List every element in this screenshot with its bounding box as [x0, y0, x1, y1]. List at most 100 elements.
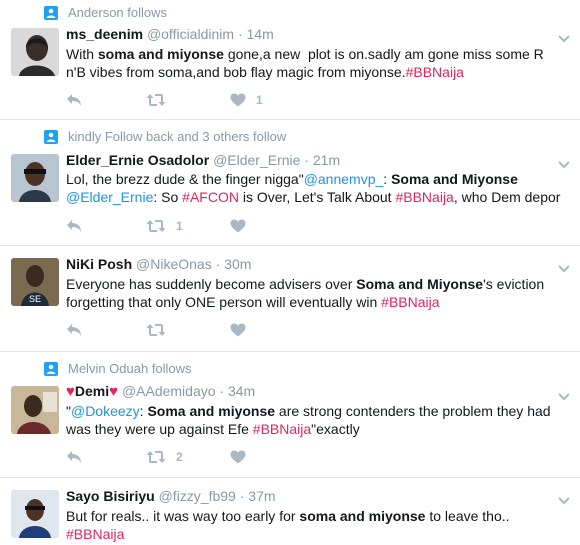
retweet-button[interactable]: 2	[146, 450, 230, 464]
avatar[interactable]	[11, 490, 59, 538]
tweet-text-line: n'B vibes from soma,and bob flay magic f…	[66, 63, 580, 81]
timestamp[interactable]: 30m	[224, 256, 251, 272]
avatar[interactable]	[11, 28, 59, 76]
retweet-icon	[146, 324, 166, 336]
svg-text:SE: SE	[29, 294, 41, 304]
reply-button[interactable]	[66, 323, 146, 337]
chevron-down-icon[interactable]	[558, 156, 570, 169]
chevron-down-icon[interactable]	[558, 260, 570, 273]
tweet-text-line: forgetting that only ONE person will eve…	[66, 293, 580, 311]
like-button[interactable]	[230, 323, 290, 337]
social-context[interactable]: Anderson follows	[44, 5, 167, 20]
text-segment: :	[383, 171, 392, 187]
tweet-actions	[66, 320, 290, 340]
tweet-text: Lol, the brezz dude & the finger nigga"@…	[66, 170, 580, 206]
like-button[interactable]	[230, 219, 290, 233]
person-follow-icon	[44, 129, 58, 144]
chevron-down-icon[interactable]	[558, 492, 570, 505]
fullname[interactable]: ms_deenim	[66, 26, 143, 42]
timeline: Anderson follows ms_deenim @officialdini…	[0, 0, 580, 545]
text-segment: 's eviction	[483, 276, 545, 292]
text-segment: Lol, the brezz dude & the finger nigga"	[66, 171, 304, 187]
reply-button[interactable]	[66, 450, 146, 464]
reply-icon	[67, 220, 81, 232]
mention-link[interactable]: @annemvp_	[304, 171, 384, 187]
timestamp[interactable]: 21m	[313, 152, 340, 168]
username[interactable]: @NikeOnas	[136, 256, 212, 272]
hashtag-link[interactable]: #BBNaija	[395, 189, 453, 205]
retweet-button[interactable]: 1	[146, 219, 230, 233]
mention-link[interactable]: @Dokeezy	[71, 403, 140, 419]
tweet[interactable]: Sayo Bisiriyu @fizzy_fb99 · 37m But for …	[0, 478, 580, 545]
text-segment: n'B vibes from soma,and bob flay magic f…	[66, 64, 406, 80]
username[interactable]: @Elder_Ernie	[213, 152, 300, 168]
retweet-icon	[146, 451, 166, 463]
tweet[interactable]: SE NiKi Posh @NikeOnas · 30m Everyone ha…	[0, 246, 580, 352]
text-segment: "exactly	[311, 421, 360, 437]
username[interactable]: @fizzy_fb99	[159, 488, 236, 504]
heart-icon	[230, 219, 246, 233]
tweet-text-line: Lol, the brezz dude & the finger nigga"@…	[66, 170, 580, 188]
hashtag-link[interactable]: #BBNaija	[253, 421, 311, 437]
chevron-down-icon[interactable]	[558, 388, 570, 401]
username[interactable]: @AAdemidayo	[122, 383, 216, 399]
highlighted-keyword: soma and miyonse	[97, 46, 224, 62]
reply-button[interactable]	[66, 93, 146, 107]
hashtag-link[interactable]: #BBNaija	[406, 64, 464, 80]
tweet-text-line: was they were up against Efe #BBNaija"ex…	[66, 420, 580, 438]
text-segment: are strong contenders the problem they h…	[275, 403, 551, 419]
person-follow-icon	[44, 5, 58, 20]
highlighted-keyword: Soma and Miyonse	[356, 276, 484, 292]
tweet-header: Sayo Bisiriyu @fizzy_fb99 · 37m	[66, 488, 556, 504]
hashtag-link[interactable]: #BBNaija	[381, 294, 439, 310]
avatar[interactable]	[11, 386, 59, 434]
timestamp[interactable]: 34m	[228, 383, 255, 399]
text-segment: But for reals.. it was way too early for	[66, 508, 300, 524]
highlighted-keyword: Soma and miyonse	[147, 403, 276, 419]
hashtag-link[interactable]: #AFCON	[182, 189, 239, 205]
timestamp[interactable]: 37m	[248, 488, 275, 504]
tweet-text: "@Dokeezy: Soma and miyonse are strong c…	[66, 402, 580, 438]
social-context[interactable]: kindly Follow back and 3 others follow	[44, 129, 286, 144]
fullname[interactable]: Elder_Ernie Osadolor	[66, 152, 209, 168]
tweet-header: NiKi Posh @NikeOnas · 30m	[66, 256, 556, 272]
username[interactable]: @officialdinim	[147, 26, 234, 42]
tweet[interactable]: Anderson follows ms_deenim @officialdini…	[0, 0, 580, 120]
text-segment: , who Dem depor	[453, 189, 561, 205]
tweet[interactable]: kindly Follow back and 3 others follow E…	[0, 120, 580, 246]
like-button[interactable]	[230, 450, 290, 464]
text-segment: forgetting that only ONE person will eve…	[66, 294, 382, 310]
retweet-button[interactable]	[146, 323, 230, 337]
heart-emoji-left: ♥	[66, 383, 75, 400]
text-segment: With	[66, 46, 98, 62]
timestamp[interactable]: 14m	[247, 26, 274, 42]
separator-dot: ·	[219, 383, 225, 399]
tweet-text-line: #BBNaija	[66, 525, 580, 543]
text-segment: was they were up against Efe	[66, 421, 253, 437]
fullname[interactable]: NiKi Posh	[66, 256, 132, 272]
highlighted-keyword: soma and miyonse	[299, 508, 426, 524]
tweet-header: Elder_Ernie Osadolor @Elder_Ernie · 21m	[66, 152, 556, 168]
hashtag-link[interactable]: #BBNaija	[66, 526, 124, 542]
retweet-count: 1	[176, 219, 183, 233]
fullname[interactable]: Demi	[75, 383, 109, 399]
retweet-button[interactable]	[146, 93, 230, 107]
text-segment: : So	[153, 189, 183, 205]
avatar[interactable]	[11, 154, 59, 202]
fullname[interactable]: Sayo Bisiriyu	[66, 488, 155, 504]
heart-icon	[230, 323, 246, 337]
separator-dot: ·	[239, 488, 245, 504]
chevron-down-icon[interactable]	[558, 30, 570, 43]
heart-icon	[230, 450, 246, 464]
tweet-text: Everyone has suddenly become advisers ov…	[66, 275, 580, 311]
social-context[interactable]: Melvin Oduah follows	[44, 361, 192, 376]
tweet-actions: 1	[66, 90, 290, 110]
reply-button[interactable]	[66, 219, 146, 233]
social-context-text: Anderson follows	[68, 5, 167, 20]
avatar[interactable]: SE	[11, 258, 59, 306]
tweet[interactable]: Melvin Oduah follows ♥Demi♥ @AAdemidayo …	[0, 352, 580, 478]
like-button[interactable]: 1	[230, 93, 290, 107]
tweet-text: But for reals.. it was way too early for…	[66, 507, 580, 543]
mention-link[interactable]: @Elder_Ernie	[66, 189, 153, 205]
tweet-text-line: But for reals.. it was way too early for…	[66, 507, 580, 525]
